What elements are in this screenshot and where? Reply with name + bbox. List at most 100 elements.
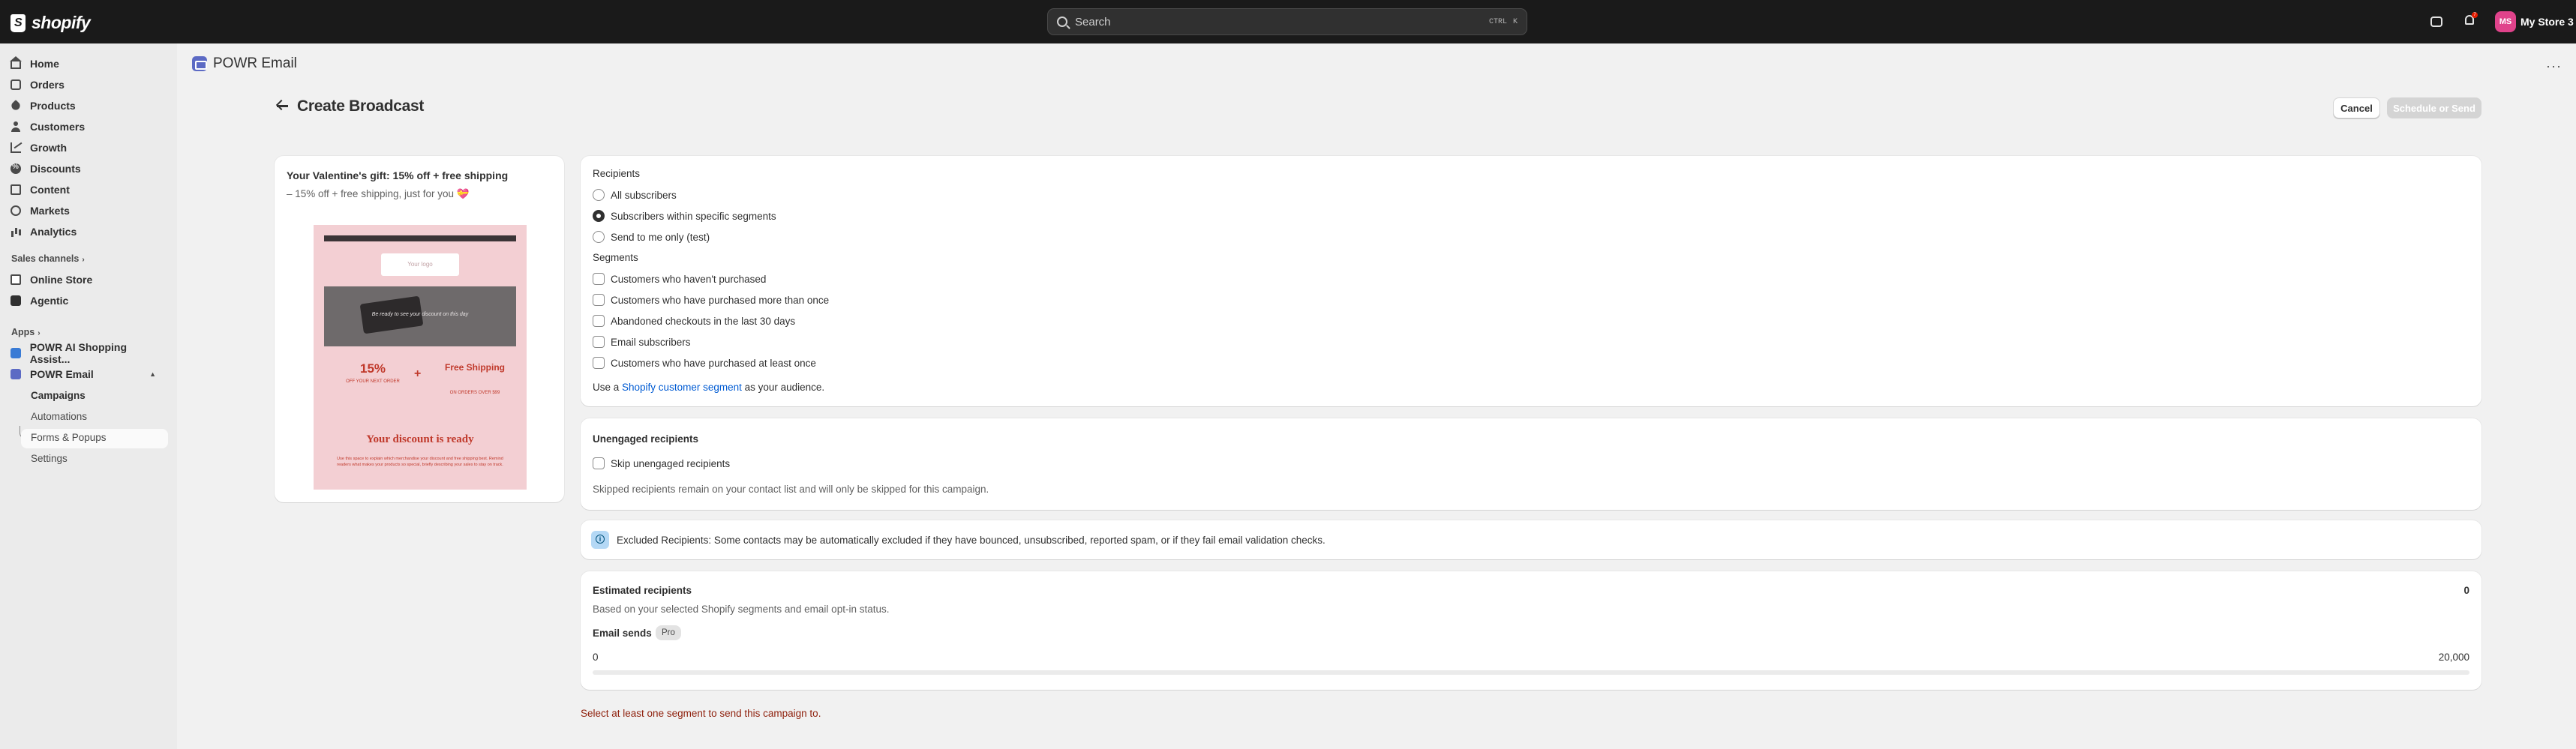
- more-actions-icon[interactable]: ···: [2546, 58, 2562, 74]
- excluded-recipients-banner: Excluded Recipients: Some contacts may b…: [581, 520, 2481, 559]
- sidebar-item-orders[interactable]: Orders: [11, 75, 167, 94]
- option-label[interactable]: Subscribers within specific segments: [611, 211, 776, 222]
- sidebar-item-discounts[interactable]: Discounts: [11, 159, 167, 178]
- sidebar-item-customers[interactable]: Customers: [11, 117, 167, 136]
- store-name[interactable]: My Store 3: [2520, 16, 2574, 28]
- option-label[interactable]: Send to me only (test): [611, 232, 710, 243]
- sidebar-item-growth[interactable]: Growth: [11, 138, 167, 157]
- notification-bell-icon[interactable]: 7: [2463, 12, 2478, 28]
- sidebar-item-online-store[interactable]: Online Store: [11, 270, 167, 289]
- email-thumbnail[interactable]: Your logo Be ready to see your discount …: [314, 225, 527, 490]
- estimate-count: 0: [2463, 585, 2469, 596]
- unengaged-help: Skipped recipients remain on your contac…: [593, 484, 989, 495]
- segment-label[interactable]: Abandoned checkouts in the last 30 days: [611, 316, 795, 327]
- growth-icon: [11, 142, 21, 153]
- brand-name: shopify: [32, 13, 91, 32]
- email-plus: +: [414, 367, 422, 380]
- apps-heading[interactable]: Apps ›: [11, 327, 41, 337]
- shortcut-key: K: [1512, 17, 1518, 26]
- sidebar-item-products[interactable]: Products: [10, 96, 167, 115]
- chevron-right-icon: ›: [38, 329, 41, 337]
- skip-unengaged-label[interactable]: Skip unengaged recipients: [611, 458, 730, 469]
- back-arrow-icon[interactable]: [275, 98, 290, 113]
- segment-checkbox[interactable]: [593, 315, 605, 327]
- info-icon: [591, 531, 609, 549]
- email-logo-placeholder: Your logo: [381, 253, 459, 276]
- app-title: POWR Email: [213, 55, 297, 71]
- sidebar-item-content[interactable]: Content: [11, 180, 167, 199]
- sidebar-item-markets[interactable]: Markets: [11, 201, 167, 220]
- pin-icon[interactable]: ▲: [149, 370, 156, 378]
- home-icon: [10, 56, 22, 69]
- notification-badge: 7: [2472, 12, 2478, 18]
- segment-label[interactable]: Email subscribers: [611, 337, 691, 348]
- radio-specific-segments[interactable]: [593, 210, 605, 222]
- estimated-recipients-card: Estimated recipients 0 Based on your sel…: [581, 571, 2481, 690]
- email-sends-label: Email sends: [593, 628, 652, 639]
- sends-progress-bar: [593, 670, 2469, 675]
- shopify-segment-link[interactable]: Shopify customer segment: [622, 382, 742, 393]
- tag-icon: [10, 100, 22, 112]
- email-subject: Your Valentine's gift: 15% off + free sh…: [287, 169, 509, 181]
- app-header: POWR Email: [192, 55, 297, 72]
- sidebar-item-powr-email[interactable]: POWR Email ▲: [11, 364, 167, 384]
- email-free-shipping: Free Shipping: [444, 362, 505, 373]
- radio-all-subscribers[interactable]: [593, 189, 605, 201]
- sidebar-item-label: Home: [30, 58, 59, 70]
- discount-icon: [11, 163, 21, 174]
- shortcut-ctrl: CTRL: [1488, 17, 1507, 26]
- sends-limit: 20,000: [2438, 652, 2469, 663]
- radio-send-to-me[interactable]: [593, 231, 605, 243]
- sidebar-item-label: Online Store: [30, 274, 93, 286]
- sidebar-subitem-settings[interactable]: Settings: [31, 448, 68, 468]
- email-preheader: – 15% off + free shipping, just for you …: [287, 188, 470, 199]
- store-icon[interactable]: [2430, 16, 2442, 27]
- store-icon: [11, 274, 21, 285]
- email-top-bar: [324, 235, 516, 241]
- sidebar-item-label: Products: [30, 100, 76, 112]
- sidebar-item-label: Analytics: [30, 226, 77, 238]
- page-title: Create Broadcast: [297, 97, 425, 115]
- sales-channels-heading[interactable]: Sales channels ›: [11, 253, 85, 264]
- segment-checkbox[interactable]: [593, 273, 605, 285]
- avatar[interactable]: MS: [2495, 11, 2516, 32]
- sidebar-item-label: Growth: [30, 142, 67, 154]
- shopify-logo[interactable]: shopify: [11, 13, 91, 33]
- top-bar: shopify CTRL K 7 MS My Store 3: [0, 0, 2576, 43]
- sidebar-item-label: POWR Email: [30, 368, 94, 380]
- sidebar-subitem-automations[interactable]: Automations: [31, 406, 87, 426]
- sidebar-item-label: Markets: [30, 205, 70, 217]
- segment-checkbox[interactable]: [593, 357, 605, 369]
- segment-label[interactable]: Customers who have purchased at least on…: [611, 358, 816, 369]
- segment-checkbox[interactable]: [593, 336, 605, 348]
- sidebar-item-powr-ai[interactable]: POWR AI Shopping Assist...: [11, 341, 167, 365]
- content-icon: [11, 184, 21, 195]
- segment-checkbox[interactable]: [593, 294, 605, 306]
- agentic-icon: [11, 295, 21, 306]
- search-bar[interactable]: CTRL K: [1047, 8, 1527, 35]
- estimate-heading: Estimated recipients: [593, 585, 692, 596]
- sidebar-subitem-forms[interactable]: Forms & Popups: [31, 427, 107, 447]
- cancel-button[interactable]: Cancel: [2333, 97, 2380, 118]
- heart-gift-icon: 💝: [456, 188, 470, 199]
- segment-label[interactable]: Customers who haven't purchased: [611, 274, 766, 285]
- sidebar-subitem-campaigns[interactable]: Campaigns: [31, 385, 86, 405]
- option-label[interactable]: All subscribers: [611, 190, 677, 201]
- search-input[interactable]: [1075, 15, 1483, 28]
- sidebar-item-agentic[interactable]: Agentic: [11, 291, 167, 310]
- recipients-heading: Recipients: [593, 168, 641, 179]
- sidebar-item-analytics[interactable]: Analytics: [11, 222, 167, 241]
- segments-heading: Segments: [593, 252, 638, 263]
- skip-unengaged-checkbox[interactable]: [593, 457, 605, 469]
- segment-label[interactable]: Customers who have purchased more than o…: [611, 295, 829, 306]
- sidebar-item-home[interactable]: Home: [10, 54, 167, 73]
- sidebar: Home Orders Products Customers Growth Di…: [0, 43, 177, 749]
- shopify-bag-icon: [11, 13, 26, 32]
- powr-email-app-icon: [192, 56, 207, 71]
- email-headline: Your discount is ready: [366, 433, 474, 445]
- validation-error: Select at least one segment to send this…: [581, 708, 821, 719]
- sidebar-item-label: Content: [30, 184, 70, 196]
- powr-ai-app-icon: [11, 348, 21, 358]
- powr-email-app-icon: [11, 369, 21, 379]
- schedule-or-send-button[interactable]: Schedule or Send: [2387, 97, 2481, 118]
